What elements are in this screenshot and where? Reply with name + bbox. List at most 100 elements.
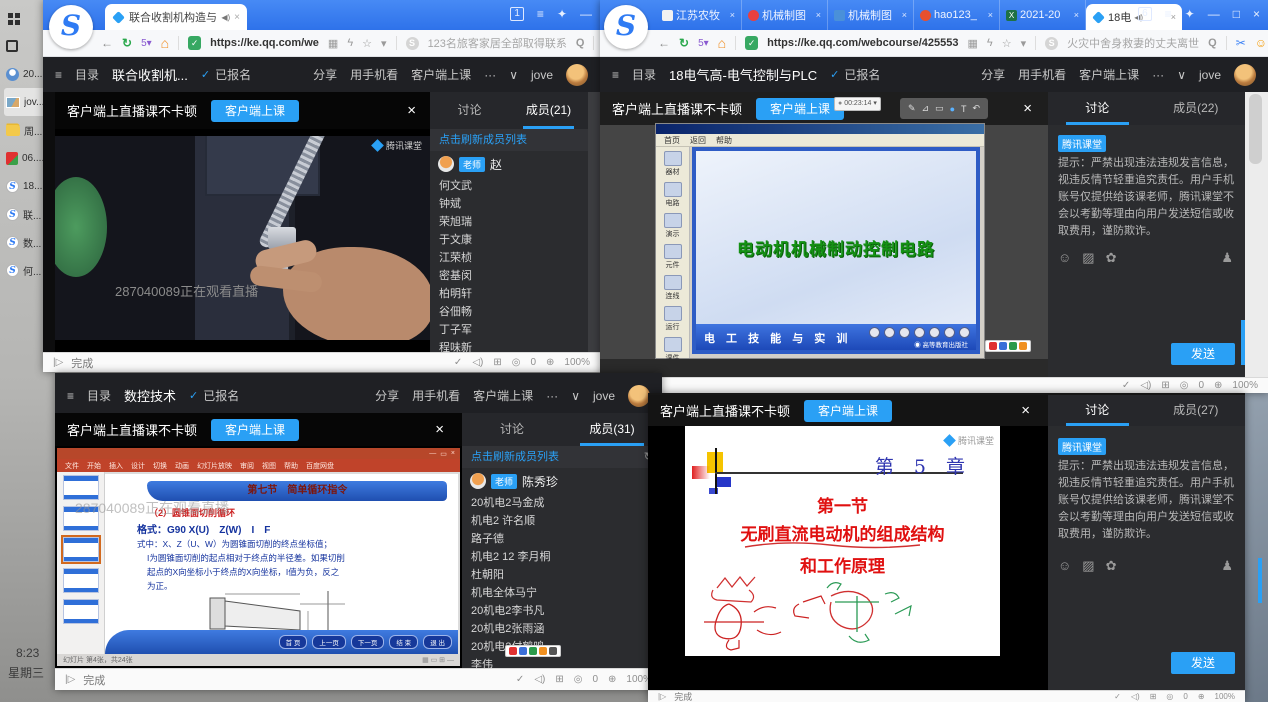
url-text[interactable]: https://ke.qq.com/we [210, 37, 319, 49]
ppt-view-icons[interactable]: ▦ ▭ ⊞ — [422, 656, 454, 664]
catalog-button[interactable]: 目录 [75, 66, 99, 83]
ppt-ribbon-tab[interactable]: 开始 [87, 461, 101, 471]
maximize-icon[interactable]: □ [1233, 7, 1240, 21]
banner-close-icon[interactable]: × [435, 421, 444, 438]
tab-discussion[interactable]: 讨论 [1048, 395, 1147, 426]
sogou-ime-toolbar[interactable] [985, 340, 1031, 352]
rect-icon[interactable]: ▭ [935, 103, 944, 114]
ppt-ribbon-tab[interactable]: 审阅 [240, 461, 254, 471]
tab-count[interactable]: 1 [510, 7, 524, 21]
send-button[interactable]: 发送 [1171, 652, 1235, 674]
client-class-cta-button[interactable]: 客户端上课 [756, 98, 844, 120]
send-button[interactable]: 发送 [1171, 343, 1235, 365]
courseware-menu-item[interactable]: 首页 [664, 135, 680, 146]
tab-members[interactable]: 成员(31) [562, 413, 662, 446]
tab-members[interactable]: 成员(27) [1147, 395, 1246, 426]
sogou-ime-toolbar[interactable] [505, 645, 561, 657]
live-video[interactable]: 腾讯课堂 287040089正在观看直播 [55, 129, 430, 352]
slide-nav-button[interactable]: 结 束 [389, 635, 418, 649]
share-button[interactable]: 分享 [981, 66, 1005, 83]
image-icon[interactable]: ▨ [1082, 558, 1094, 574]
watch-on-phone-button[interactable]: 用手机看 [1018, 66, 1066, 83]
triangle-icon[interactable]: ⊿ [922, 103, 930, 114]
username[interactable]: jove [531, 68, 553, 82]
image-icon[interactable]: ▨ [1082, 250, 1094, 266]
tab-discussion[interactable]: 讨论 [430, 92, 509, 129]
sogou-logo-icon[interactable]: S [49, 5, 93, 49]
page-check-icon[interactable]: ✓ [1114, 692, 1121, 701]
search-suggestion[interactable]: 123名旅客家居全部取得联系 [428, 35, 567, 51]
tab-discussion[interactable]: 讨论 [462, 413, 562, 446]
slide-nav-button[interactable]: 上一页 [312, 635, 346, 649]
chevron-down-icon[interactable]: ∨ [1177, 68, 1186, 82]
client-class-button[interactable]: 客户端上课 [473, 387, 533, 404]
courseware-tool[interactable]: 演示 [656, 213, 689, 242]
ppt-minimize-icon[interactable]: — [429, 450, 436, 457]
ppt-ribbon-tab[interactable]: 帮助 [284, 461, 298, 471]
share-button[interactable]: 分享 [375, 387, 399, 404]
color-dot-icon[interactable]: ● [950, 104, 955, 114]
slide-nav-button[interactable]: 下一页 [351, 635, 385, 649]
watch-on-phone-button[interactable]: 用手机看 [412, 387, 460, 404]
emoji-icon[interactable]: ☺ [1058, 558, 1071, 574]
dropdown-caret-icon[interactable]: ▾ [381, 37, 387, 50]
scrollbar-thumb[interactable] [1258, 558, 1262, 603]
page-scrollbar-thumb[interactable] [1249, 94, 1262, 164]
favorite-star-icon[interactable]: ☆ [362, 37, 372, 50]
search-engine-icon[interactable]: S [406, 37, 419, 50]
like-icon[interactable]: ◎ [1180, 380, 1189, 391]
back-icon[interactable]: ← [658, 36, 670, 50]
client-class-button[interactable]: 客户端上课 [1079, 66, 1139, 83]
page-check-icon[interactable]: ✓ [1122, 380, 1130, 391]
ppt-ribbon-tab[interactable]: 幻灯片放映 [197, 461, 232, 471]
skin-icon[interactable]: ✦ [1185, 7, 1195, 21]
sound-icon[interactable]: ◁) [1140, 380, 1151, 391]
share-button[interactable]: 分享 [313, 66, 337, 83]
menu-icon[interactable]: ≡ [1165, 7, 1172, 21]
browser-tab[interactable]: 机械制图× [742, 0, 828, 30]
tab-count[interactable]: 6 [1138, 7, 1152, 21]
emoji-menu-icon[interactable]: ☺ [1255, 36, 1267, 50]
repair-kit-icon[interactable]: ⊞ [1161, 380, 1169, 391]
slide-nav-button[interactable]: 首 页 [279, 635, 308, 649]
play-icon[interactable]: |▷ [53, 357, 63, 368]
ppt-ribbon-tab[interactable]: 插入 [109, 461, 123, 471]
chevron-down-icon[interactable]: ∨ [509, 68, 518, 82]
browser-tab[interactable]: 江苏农牧× [656, 0, 742, 30]
banner-close-icon[interactable]: × [1023, 100, 1032, 117]
undo-icon[interactable]: ↶ [973, 103, 981, 114]
zoom-icon[interactable]: ⊕ [608, 674, 616, 685]
home-icon[interactable]: ⌂ [718, 35, 726, 51]
tab-close-icon[interactable]: × [234, 12, 240, 23]
courseware-tool[interactable]: 器材 [656, 151, 689, 180]
more-icon[interactable]: ··· [546, 389, 558, 403]
flower-icon[interactable]: ✿ [1106, 250, 1117, 266]
avatar[interactable] [1234, 64, 1256, 86]
stream-timer-chip[interactable]: ● 00:23:14 ▾ [834, 97, 881, 111]
repair-kit-icon[interactable]: ⊞ [555, 674, 563, 685]
tab-members[interactable]: 成员(21) [509, 92, 588, 129]
ppt-ribbon-tab[interactable]: 百度网盘 [306, 461, 334, 471]
catalog-button[interactable]: 目录 [87, 387, 111, 404]
catalog-button[interactable]: 目录 [632, 66, 656, 83]
search-icon[interactable]: Q [1208, 37, 1217, 49]
menu-icon[interactable]: ≡ [55, 68, 62, 82]
username[interactable]: jove [1199, 68, 1221, 82]
tab-discussion[interactable]: 讨论 [1048, 92, 1147, 125]
menu-icon[interactable]: ≡ [537, 7, 544, 21]
browser-tab[interactable]: 机械制图× [828, 0, 914, 30]
pen-icon[interactable]: ✎ [908, 103, 916, 114]
reload-icon[interactable]: ↻ [679, 36, 689, 50]
zoom-icon[interactable]: ⊕ [1214, 380, 1222, 391]
menu-icon[interactable]: ≡ [67, 389, 74, 403]
more-icon[interactable]: ··· [484, 68, 496, 82]
repair-kit-icon[interactable]: ⊞ [1150, 692, 1157, 701]
ppt-ribbon-tab[interactable]: 设计 [131, 461, 145, 471]
slide-nav-button[interactable]: 退 出 [423, 635, 452, 649]
search-engine-icon[interactable]: S [1045, 37, 1058, 50]
sogou-logo-icon[interactable]: S [604, 5, 648, 49]
flash-icon[interactable]: ϟ [347, 37, 353, 49]
ppt-restore-icon[interactable]: ▭ [440, 450, 447, 458]
refresh-members-button[interactable]: 点击刷新成员列表 [430, 129, 588, 151]
slide-thumbnail-current[interactable] [63, 537, 99, 562]
